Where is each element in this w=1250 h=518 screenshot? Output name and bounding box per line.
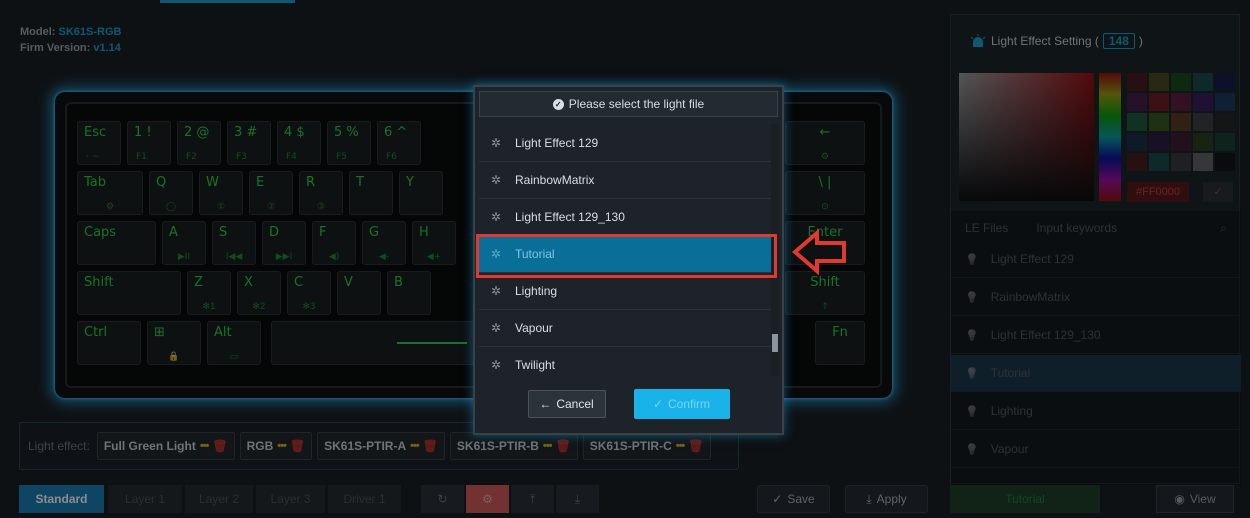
dialog-header: ✓ Please select the light file [479, 91, 778, 117]
light-file-item[interactable]: ✲ Light Effect 129 [479, 125, 775, 162]
light-file-item[interactable]: ✲ Light Effect 129_130 [479, 199, 775, 236]
cancel-label: Cancel [556, 397, 594, 411]
dialog-footer: ← Cancel ✓ Confirm [479, 377, 778, 431]
check-circle-icon: ✓ [552, 98, 564, 110]
light-file-item[interactable]: ✲ RainbowMatrix [479, 162, 775, 199]
light-file-name: Twilight [515, 358, 556, 372]
light-file-item[interactable]: ✲ Vapour [479, 310, 775, 347]
pointer-arrow-icon [792, 229, 846, 275]
highlight-annotation-box [476, 234, 777, 278]
confirm-button[interactable]: ✓ Confirm [633, 389, 730, 419]
light-file-name: Light Effect 129 [515, 136, 599, 150]
app-window: Model: SK61S-RGB Firm Version: v1.14 Esc… [0, 0, 1250, 518]
light-file-name: Vapour [515, 321, 553, 335]
sun-icon: ✲ [490, 284, 502, 298]
dialog-title: Please select the light file [568, 97, 705, 111]
light-file-name: Lighting [515, 284, 558, 298]
light-file-name: Light Effect 129_130 [515, 210, 625, 224]
sun-icon: ✲ [490, 210, 502, 224]
light-file-item[interactable]: ✲ Lighting [479, 273, 775, 310]
light-file-name: RainbowMatrix [515, 173, 595, 187]
cancel-button[interactable]: ← Cancel [527, 390, 606, 418]
sun-icon: ✲ [490, 136, 502, 150]
confirm-label: Confirm [668, 397, 711, 411]
arrow-left-icon: ← [539, 397, 552, 411]
sun-icon: ✲ [490, 358, 502, 372]
check-icon: ✓ [652, 397, 664, 411]
scrollbar-thumb[interactable] [772, 334, 778, 352]
sun-icon: ✲ [490, 173, 502, 187]
sun-icon: ✲ [490, 321, 502, 335]
light-file-item[interactable]: ✲ Twilight [479, 347, 775, 377]
